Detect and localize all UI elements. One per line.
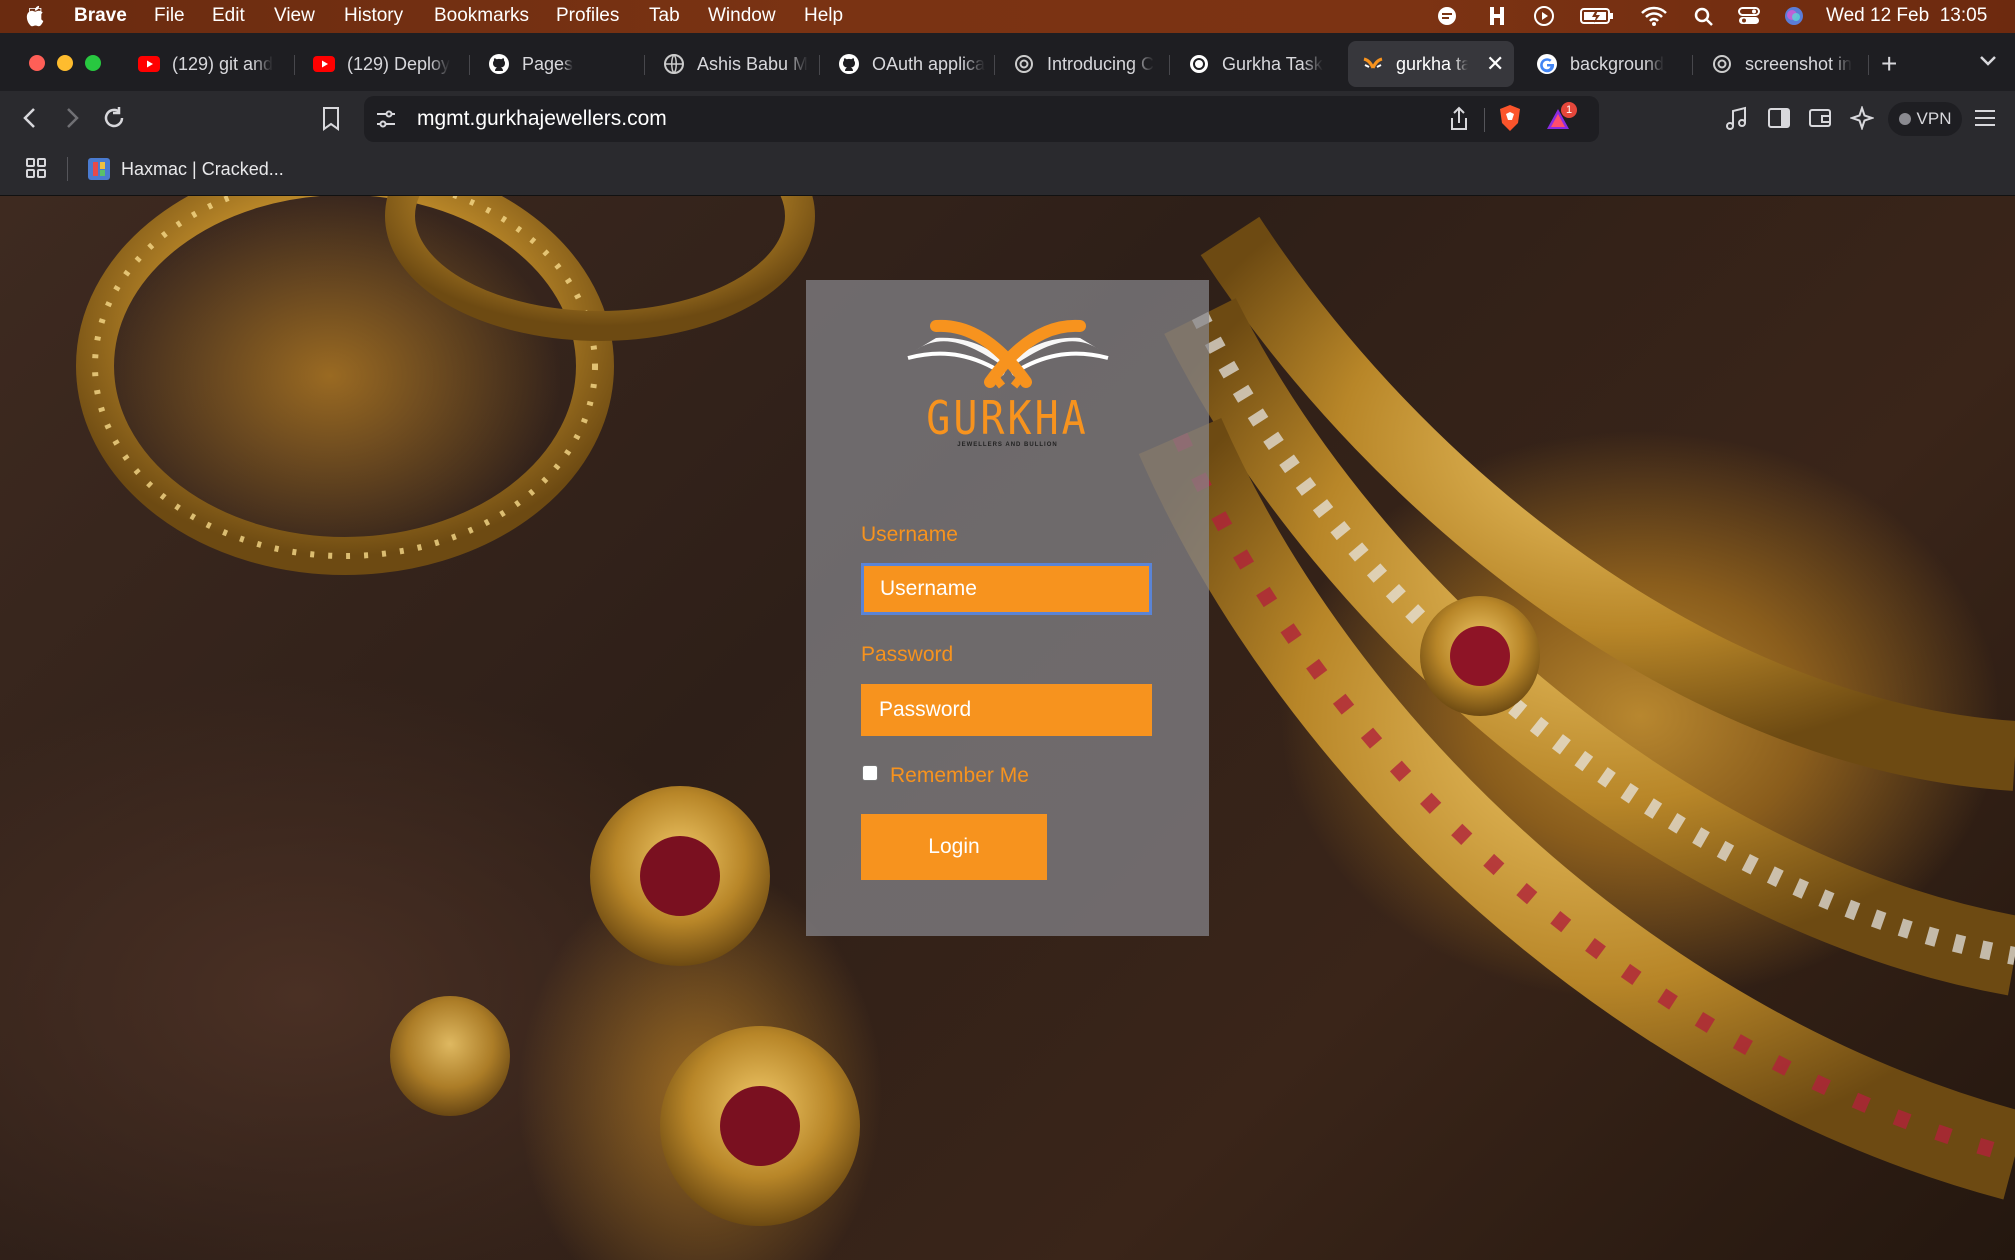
login-button[interactable]: Login (861, 814, 1047, 880)
tab-gurkha-active[interactable]: gurkha ta ✕ (1348, 41, 1514, 87)
main-menu-icon[interactable] (1973, 108, 1997, 128)
remember-me-label[interactable]: Remember Me (890, 764, 1029, 788)
menubar-clock[interactable]: Wed 12 Feb 13:05 (1826, 5, 1987, 27)
chat-status-icon[interactable] (1435, 5, 1459, 27)
sidebar-toggle-icon[interactable] (1767, 107, 1791, 129)
logo-wordmark: GURKHA (926, 392, 1089, 446)
username-input[interactable] (861, 563, 1152, 615)
youtube-icon (138, 53, 160, 75)
tab-divider (469, 55, 470, 75)
forward-icon[interactable] (63, 106, 81, 130)
tab-title: (129) Deploy (347, 53, 451, 74)
tab-title: Ashis Babu M (697, 53, 809, 74)
reload-icon[interactable] (101, 105, 127, 131)
tab-title: (129) git and (172, 53, 274, 74)
wallet-icon[interactable] (1808, 107, 1832, 129)
menu-view[interactable]: View (274, 5, 315, 27)
bookmarks-bar (0, 145, 2015, 196)
openai-icon (1711, 53, 1733, 75)
remember-me-checkbox[interactable] (862, 765, 878, 781)
tab-divider (994, 55, 995, 75)
menu-profiles[interactable]: Profiles (556, 5, 619, 27)
tab-title: gurkha ta (1396, 53, 1468, 74)
share-icon[interactable] (1448, 106, 1470, 132)
url-text[interactable]: mgmt.gurkhajewellers.com (417, 107, 667, 131)
control-center-icon[interactable] (1737, 5, 1761, 27)
new-tab-icon[interactable]: + (1881, 48, 1897, 80)
openai-icon (1188, 53, 1210, 75)
menu-tab[interactable]: Tab (649, 5, 680, 27)
globe-icon (663, 53, 685, 75)
tab-google-background[interactable]: background (1536, 41, 1686, 87)
tab-github-pages[interactable]: Pages (488, 41, 638, 87)
menu-app-name[interactable]: Brave (74, 5, 127, 27)
github-icon (838, 53, 860, 75)
bookmark-title: Haxmac | Cracked... (121, 158, 284, 179)
tab-divider (1868, 55, 1869, 75)
bookmarks-divider (67, 157, 68, 181)
tab-divider (819, 55, 820, 75)
password-input[interactable] (861, 684, 1152, 736)
bookmark-item-haxmac[interactable]: Haxmac | Cracked... (87, 155, 284, 183)
battery-icon[interactable] (1580, 5, 1614, 27)
tab-introducing[interactable]: Introducing C (1013, 41, 1163, 87)
menu-bookmarks[interactable]: Bookmarks (434, 5, 529, 27)
gurkha-logo-icon (907, 319, 1109, 389)
tab-title: OAuth applica (872, 53, 986, 74)
apple-logo-icon[interactable] (26, 5, 46, 27)
siri-icon[interactable] (1782, 5, 1806, 27)
tab-oauth-applications[interactable]: OAuth applica (838, 41, 988, 87)
window-zoom-button[interactable] (85, 55, 101, 71)
tab-gurkha-task[interactable]: Gurkha Task (1188, 41, 1338, 87)
haxmac-favicon (88, 158, 110, 180)
wifi-icon[interactable] (1640, 5, 1668, 27)
vpn-status-icon (1898, 113, 1911, 125)
openai-icon (1013, 53, 1035, 75)
password-label: Password (861, 643, 954, 666)
tab-list-chevron-icon[interactable] (1978, 54, 1998, 68)
menu-history[interactable]: History (344, 5, 403, 27)
media-music-icon[interactable] (1724, 106, 1748, 132)
logo-subtext: JEWELLERS AND BULLION (957, 442, 1058, 448)
tab-title: screenshot in (1745, 53, 1853, 74)
tab-title: Pages (522, 53, 574, 74)
tab-title: background (1570, 53, 1665, 74)
tab-divider (1692, 55, 1693, 75)
macos-menu-bar:  Brave File Edit View History Bookmarks… (0, 0, 2015, 33)
tab-screenshot[interactable]: screenshot in (1711, 41, 1861, 87)
menu-window[interactable]: Window (708, 5, 776, 27)
tab-youtube-git[interactable]: (129) git and (138, 41, 288, 87)
tab-close-icon[interactable]: ✕ (1486, 51, 1504, 77)
tab-divider (1169, 55, 1170, 75)
menu-file[interactable]: File (154, 5, 185, 27)
h-status-icon[interactable] (1485, 5, 1509, 27)
menu-edit[interactable]: Edit (212, 5, 245, 27)
google-icon (1536, 53, 1558, 75)
tab-divider (644, 55, 645, 75)
back-icon[interactable] (21, 106, 39, 130)
tab-ashis-babu[interactable]: Ashis Babu M (663, 41, 813, 87)
rewards-badge: 1 (1561, 102, 1577, 118)
tab-title: Gurkha Task (1222, 53, 1323, 74)
github-icon (488, 53, 510, 75)
vpn-label: VPN (1916, 109, 1952, 128)
window-minimize-button[interactable] (57, 55, 73, 71)
menu-help[interactable]: Help (804, 5, 843, 27)
play-status-icon[interactable] (1532, 5, 1556, 27)
youtube-icon (313, 53, 335, 75)
username-label: Username (861, 523, 958, 546)
site-settings-icon[interactable] (375, 108, 397, 130)
apps-grid-icon[interactable] (25, 157, 47, 179)
spotlight-search-icon[interactable] (1692, 5, 1716, 27)
tab-divider (294, 55, 295, 75)
window-close-button[interactable] (29, 55, 45, 71)
tab-title: Introducing C (1047, 53, 1155, 74)
tab-youtube-deploy[interactable]: (129) Deploy (313, 41, 463, 87)
brave-shields-icon[interactable] (1498, 104, 1522, 132)
vpn-button[interactable]: VPN (1888, 102, 1962, 136)
gurkha-favicon (1362, 53, 1384, 75)
url-divider (1484, 108, 1485, 132)
leo-ai-icon[interactable] (1850, 106, 1874, 130)
bookmark-icon[interactable] (321, 106, 341, 132)
